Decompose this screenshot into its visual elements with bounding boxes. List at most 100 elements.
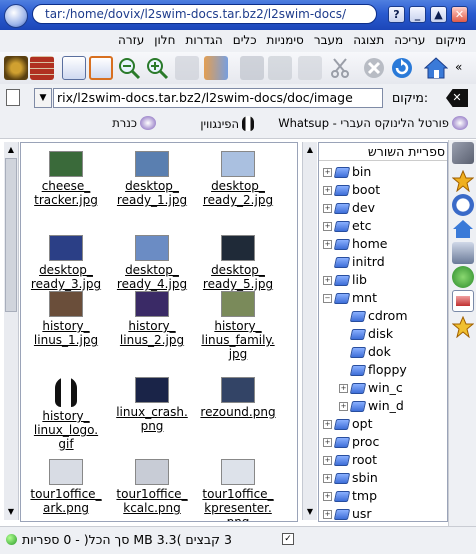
tree-item[interactable]: opt xyxy=(333,415,372,433)
tree-item[interactable]: dok xyxy=(349,343,391,361)
multicolumn-view-button[interactable] xyxy=(89,56,113,80)
tree-item[interactable]: tmp xyxy=(333,487,377,505)
toolbar-overflow-icon[interactable]: « xyxy=(455,60,462,74)
tree-item[interactable]: lib xyxy=(333,271,367,289)
tree-item[interactable]: dev xyxy=(333,199,375,217)
services-icon[interactable] xyxy=(452,266,474,288)
file-item[interactable]: tour1office_ ark.png xyxy=(23,459,109,515)
print-icon[interactable] xyxy=(240,56,264,80)
file-item[interactable]: history_ linus_family. jpg xyxy=(195,291,281,361)
tree-expander-icon[interactable]: + xyxy=(323,186,332,195)
tree-item[interactable]: initrd xyxy=(333,253,385,271)
scroll-down-arrow[interactable]: ▼ xyxy=(304,506,316,518)
tree-expander-icon[interactable]: + xyxy=(323,438,332,447)
find-icon[interactable] xyxy=(204,56,228,80)
file-item[interactable]: tour1office_ kpresenter. png xyxy=(195,459,281,521)
tree-item[interactable]: win_d xyxy=(349,397,404,415)
file-item[interactable]: desktop_ ready_2.jpg xyxy=(195,151,281,207)
root-folder-tab-icon[interactable] xyxy=(452,290,474,312)
tree-item[interactable]: mnt xyxy=(333,289,377,307)
file-item[interactable]: history_ linus_2.jpg xyxy=(109,291,195,347)
file-item[interactable]: desktop_ ready_5.jpg xyxy=(195,235,281,291)
file-item[interactable]: history_ linus_1.jpg xyxy=(23,291,109,347)
maximize-button[interactable]: ▲ xyxy=(430,6,447,23)
file-item[interactable]: rezound.png xyxy=(195,377,281,419)
tree-item[interactable]: sbin xyxy=(333,469,378,487)
tree-item[interactable]: proc xyxy=(333,433,379,451)
link-view-checkbox[interactable]: ✓ xyxy=(282,533,294,545)
tree-expander-icon[interactable]: + xyxy=(323,204,332,213)
menu-item[interactable]: סימניות xyxy=(267,33,304,47)
file-item[interactable]: desktop_ ready_4.jpg xyxy=(109,235,195,291)
bookmark-whatsup[interactable]: פורטל הלינוקס העברי - Whatsup xyxy=(278,116,468,130)
bookmark-penguin[interactable]: הפינגווין xyxy=(200,116,254,131)
file-item[interactable]: cheese_ tracker.jpg xyxy=(23,151,109,207)
menu-item[interactable]: כלים xyxy=(233,33,257,47)
file-item[interactable]: desktop_ ready_1.jpg xyxy=(109,151,195,207)
location-input[interactable]: rix/l2swim-docs.tar.bz2/l2swim-docs/doc/… xyxy=(53,88,383,108)
tree-item[interactable]: etc xyxy=(333,217,371,235)
tree-item[interactable]: disk xyxy=(349,325,393,343)
tree-expander-icon[interactable]: + xyxy=(323,276,332,285)
tree-root-header[interactable]: ספריית השורש xyxy=(319,143,447,161)
tree-expander-icon[interactable]: + xyxy=(323,168,332,177)
menu-item[interactable]: תצוגה xyxy=(353,33,384,47)
tree-expander-icon[interactable]: + xyxy=(323,222,332,231)
scroll-up-arrow[interactable]: ▲ xyxy=(5,144,17,156)
scroll-up-arrow[interactable]: ▲ xyxy=(304,144,316,156)
tree-expander-icon[interactable]: + xyxy=(323,420,332,429)
file-item[interactable]: desktop_ ready_3.jpg xyxy=(23,235,109,291)
tree-item[interactable]: bin xyxy=(333,163,371,181)
close-button[interactable]: ✕ xyxy=(451,6,468,23)
tree-item[interactable]: win_c xyxy=(349,379,403,397)
menu-item[interactable]: חלון xyxy=(154,33,175,47)
minimize-button[interactable]: _ xyxy=(409,6,426,23)
window-menu-icon[interactable] xyxy=(4,4,28,28)
cut-icon[interactable] xyxy=(328,56,352,80)
menu-item[interactable]: מיקום xyxy=(435,33,466,47)
document-icon[interactable] xyxy=(6,89,20,106)
bookmarks-star-icon[interactable] xyxy=(451,169,475,193)
tree-expander-icon[interactable]: + xyxy=(339,384,348,393)
zoom-out-icon[interactable] xyxy=(117,56,141,80)
tree-item[interactable]: boot xyxy=(333,181,380,199)
zoom-in-icon[interactable] xyxy=(145,56,169,80)
reload-icon[interactable] xyxy=(390,56,414,80)
help-button[interactable]: ? xyxy=(388,6,405,23)
clear-location-icon[interactable]: ✕ xyxy=(446,89,468,107)
stop-icon[interactable] xyxy=(362,56,386,80)
file-item[interactable]: tour1office_ kcalc.png xyxy=(109,459,195,515)
menu-item[interactable]: עריכה xyxy=(394,33,425,47)
location-dropdown-button[interactable]: ▼ xyxy=(34,88,52,108)
settings-gear-icon[interactable] xyxy=(4,56,28,80)
home-folder-icon[interactable] xyxy=(452,218,474,240)
wrench-icon[interactable] xyxy=(452,142,474,164)
menu-item[interactable]: מעבר xyxy=(314,33,343,47)
firewall-icon[interactable] xyxy=(30,56,54,80)
tree-item[interactable]: usr xyxy=(333,505,372,521)
tree-expander-icon[interactable]: + xyxy=(339,402,348,411)
tree-item[interactable]: cdrom xyxy=(349,307,408,325)
menu-item[interactable]: הגדרות xyxy=(185,33,222,47)
network-icon[interactable] xyxy=(452,242,474,264)
tree-expander-icon[interactable]: + xyxy=(323,492,332,501)
tree-item[interactable]: root xyxy=(333,451,377,469)
tree-expander-icon[interactable]: + xyxy=(323,240,332,249)
home-icon[interactable] xyxy=(423,56,449,80)
favorites-star-icon[interactable] xyxy=(451,315,475,339)
tree-expander-icon[interactable]: + xyxy=(323,456,332,465)
tree-item[interactable]: home xyxy=(333,235,387,253)
icon-view-scrollbar[interactable]: ▲ ▼ xyxy=(4,142,19,520)
file-item[interactable]: linux_crash. png xyxy=(109,377,195,433)
file-item[interactable]: history_ linux_logo. gif xyxy=(23,377,109,451)
tree-scrollbar[interactable]: ▲ ▼ xyxy=(302,142,317,520)
copy-icon[interactable] xyxy=(298,56,322,80)
bookmark-kinneret[interactable]: כנרת xyxy=(112,116,156,130)
tree-expander-icon[interactable]: + xyxy=(323,510,332,519)
tree-expander-icon[interactable]: + xyxy=(323,474,332,483)
stop-loading-icon[interactable] xyxy=(175,56,199,80)
tree-expander-icon[interactable]: − xyxy=(323,294,332,303)
scroll-down-arrow[interactable]: ▼ xyxy=(5,506,17,518)
paste-icon[interactable] xyxy=(268,56,292,80)
scrollbar-thumb[interactable] xyxy=(5,158,17,312)
